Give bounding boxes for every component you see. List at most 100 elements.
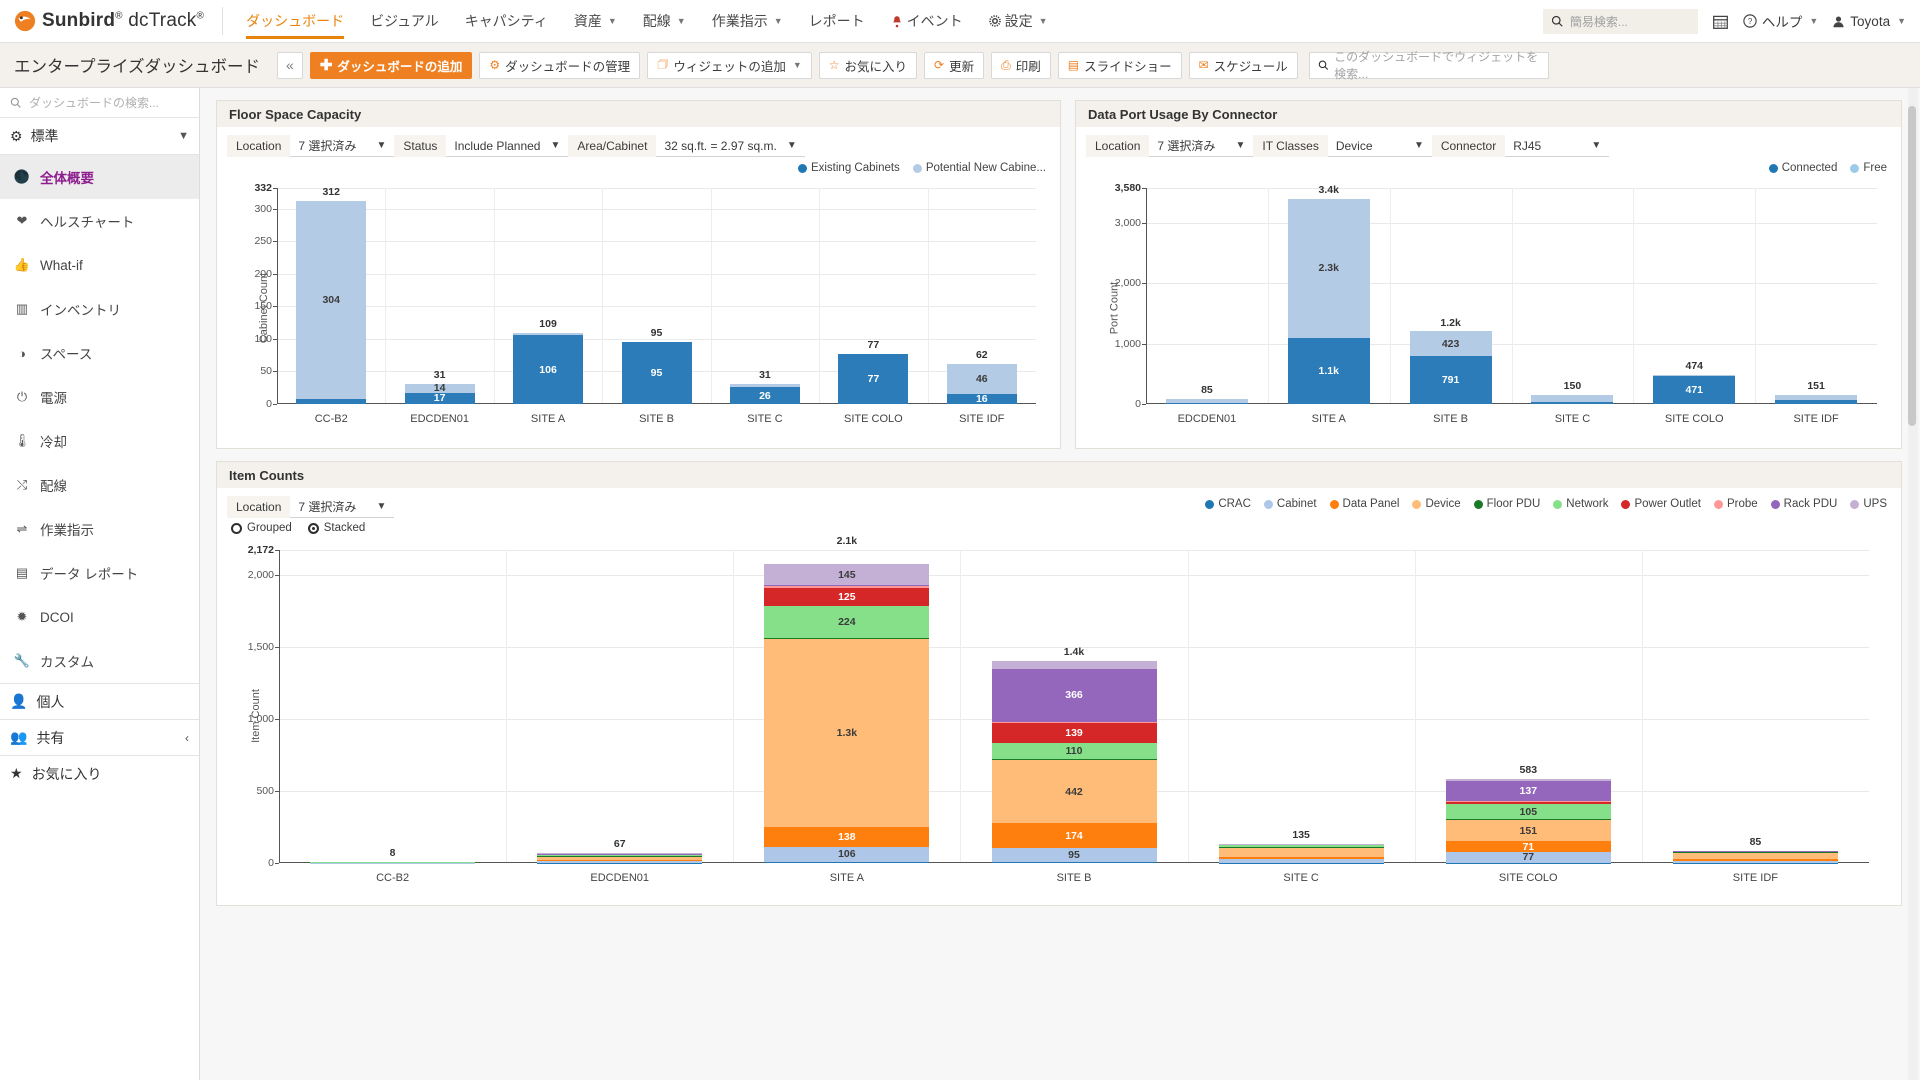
bar-3[interactable]: 95 174 442 110 139 366 <box>991 661 1157 863</box>
nav-item-1[interactable]: ビジュアル <box>357 0 452 43</box>
content-scrollbar-track[interactable] <box>1908 88 1918 1080</box>
legend-item-6[interactable]: Power Outlet <box>1621 498 1701 510</box>
nav-item-3[interactable]: 資産 ▼ <box>561 0 630 43</box>
sidebar-item-9[interactable]: ▤ データ レポート <box>0 551 199 595</box>
sidebar-item-6[interactable]: 🌡 冷却 <box>0 419 199 463</box>
user-menu[interactable]: Toyota ▼ <box>1832 14 1906 29</box>
nav-item-2[interactable]: キャパシティ <box>452 0 561 43</box>
legend-item-1[interactable]: Cabinet <box>1263 498 1317 510</box>
sidebar-item-5[interactable]: ⏻ 電源 <box>0 375 199 419</box>
legend-item-8[interactable]: Rack PDU <box>1770 498 1837 510</box>
sidebar-search-placeholder: ダッシュボードの検索... <box>29 96 160 110</box>
bar-5[interactable]: 77 71 151 105 137 <box>1445 779 1611 863</box>
toolbar-button-6[interactable]: ▤ スライドショー <box>1057 51 1182 79</box>
toolbar-button-3[interactable]: ☆ お気に入り <box>818 51 918 79</box>
widget-search-input[interactable]: このダッシュボードでウィジェットを検索... <box>1308 50 1549 81</box>
bar-5[interactable] <box>1775 394 1858 404</box>
sidebar-item-2[interactable]: 👍 What-if <box>0 243 199 287</box>
sidebar-section-2[interactable]: ★ お気に入り <box>0 755 199 791</box>
legend-item-5[interactable]: Network <box>1553 498 1608 510</box>
sidebar-item-3[interactable]: ▥ インベントリ <box>0 287 199 331</box>
bar-2[interactable]: 106 138 1.3k 224 125 145 <box>764 550 930 863</box>
quick-search-input[interactable]: 簡易検索... <box>1542 8 1698 34</box>
sidebar-item-10[interactable]: ✹ DCOI <box>0 595 199 639</box>
content-scrollbar-thumb[interactable] <box>1908 106 1916 426</box>
toolbar-button-1[interactable]: ⚙ ダッシュボードの管理 <box>479 51 641 79</box>
bar-1[interactable]: 1.1k 2.3k <box>1287 198 1370 404</box>
bar-1[interactable]: 17 14 <box>404 382 475 404</box>
bar-2[interactable]: 791 423 <box>1409 330 1492 404</box>
nav-item-6[interactable]: レポート <box>796 0 878 43</box>
nav-item-8[interactable]: 設定 ▼ <box>976 0 1061 43</box>
sidebar-section-0[interactable]: 👤 個人 <box>0 683 199 719</box>
toolbar-button-5[interactable]: ⎙ 印刷 <box>991 51 1051 79</box>
nav-item-label: イベント <box>906 13 963 29</box>
bar-segment-8 <box>1445 780 1611 801</box>
legend-item-3[interactable]: Device <box>1412 498 1461 510</box>
legend-label: CRAC <box>1218 498 1251 510</box>
legend-item-0[interactable]: Existing Cabinets <box>797 162 900 174</box>
sidebar-section-1[interactable]: 👥 共有 ‹ <box>0 719 199 755</box>
bar-segment-4 <box>764 637 930 640</box>
sidebar-group-standard[interactable]: ⚙ 標準 ▼ <box>0 118 199 155</box>
bar-6[interactable]: 16 46 <box>946 363 1017 405</box>
bar-5[interactable]: 77 <box>838 353 909 404</box>
bar-4[interactable] <box>1218 843 1384 863</box>
filter-select-2[interactable]: RJ45 ▼ <box>1505 135 1610 157</box>
sidebar-item-11[interactable]: 🔧 カスタム <box>0 639 199 683</box>
nav-item-7[interactable]: イベント <box>878 0 976 43</box>
toolbar-button-4[interactable]: ⟳ 更新 <box>924 51 985 79</box>
sidebar-item-1[interactable]: ❤ ヘルスチャート <box>0 199 199 243</box>
filter-value: 7 選択済み <box>298 500 357 514</box>
sidebar-item-7[interactable]: ⤭ 配線 <box>0 463 199 507</box>
brand-logo[interactable]: Sunbird® dcTrack® <box>14 10 222 32</box>
bar-1[interactable] <box>537 853 703 863</box>
bar-0[interactable]: 304 <box>296 201 367 404</box>
bar-3[interactable] <box>1531 394 1614 404</box>
legend-item-7[interactable]: Probe <box>1713 498 1758 510</box>
bar-3[interactable]: 95 <box>621 342 692 404</box>
nav-item-4[interactable]: 配線 ▼ <box>630 0 699 43</box>
sidebar-item-4[interactable]: ◑ スペース <box>0 331 199 375</box>
legend-item-9[interactable]: UPS <box>1850 498 1887 510</box>
legend-item-1[interactable]: Free <box>1850 162 1887 174</box>
bar-0[interactable] <box>1165 398 1248 404</box>
sidebar-search-input[interactable]: ダッシュボードの検索... <box>0 88 199 118</box>
bar-6[interactable] <box>1672 850 1838 863</box>
legend-item-1[interactable]: Potential New Cabine... <box>912 162 1046 174</box>
bar-0[interactable] <box>310 861 476 863</box>
widget-title-item-counts: Item Counts <box>217 462 1901 488</box>
sidebar-group-label: 標準 <box>30 128 59 144</box>
filter-select-1[interactable]: Include Planned ▼ <box>446 135 569 157</box>
sidebar-item-8[interactable]: ⇌ 作業指示 <box>0 507 199 551</box>
bar-segment-2 <box>537 860 703 862</box>
y-tick-label: 250 <box>254 235 272 248</box>
toolbar-button-7[interactable]: ✉ スケジュール <box>1188 51 1298 79</box>
filter-select-2[interactable]: 32 sq.ft. = 2.97 sq.m. ▼ <box>656 135 805 157</box>
legend-item-0[interactable]: CRAC <box>1205 498 1251 510</box>
gridline <box>277 188 1036 189</box>
collapse-sidebar-button[interactable]: « <box>277 51 303 79</box>
toolbar-button-2[interactable]: 🗇 ウィジェットの追加 ▼ <box>647 51 812 79</box>
filter-select-0[interactable]: 7 選択済み ▼ <box>1149 135 1254 157</box>
nav-item-0[interactable]: ダッシュボード <box>233 0 357 43</box>
bar-total-label-1: 67 <box>613 838 626 851</box>
calendar-icon[interactable] <box>1712 13 1729 30</box>
filter-select-0[interactable]: 7 選択済み ▼ <box>290 135 395 157</box>
legend-label: UPS <box>1863 498 1887 510</box>
legend-item-4[interactable]: Floor PDU <box>1473 498 1540 510</box>
filter-select-1[interactable]: Device ▼ <box>1327 135 1432 157</box>
toolbar-button-0[interactable]: ✚ ダッシュボードの追加 <box>309 51 473 79</box>
legend-label: Device <box>1425 498 1461 510</box>
legend-item-2[interactable]: Data Panel <box>1329 498 1399 510</box>
nav-item-5[interactable]: 作業指示 ▼ <box>699 0 796 43</box>
bar-segment-1 <box>513 333 584 336</box>
legend-item-0[interactable]: Connected <box>1768 162 1837 174</box>
bar-4[interactable]: 26 <box>729 383 800 404</box>
nav-item-label: キャパシティ <box>464 13 548 29</box>
bar-4[interactable]: 471 <box>1653 375 1736 404</box>
sidebar-item-0[interactable]: 🌑 全体概要 <box>0 155 199 199</box>
help-menu[interactable]: ? ヘルプ ▼ <box>1743 11 1818 31</box>
bar-2[interactable]: 106 <box>513 333 584 404</box>
filter-select-0[interactable]: 7 選択済み ▼ <box>290 496 395 518</box>
